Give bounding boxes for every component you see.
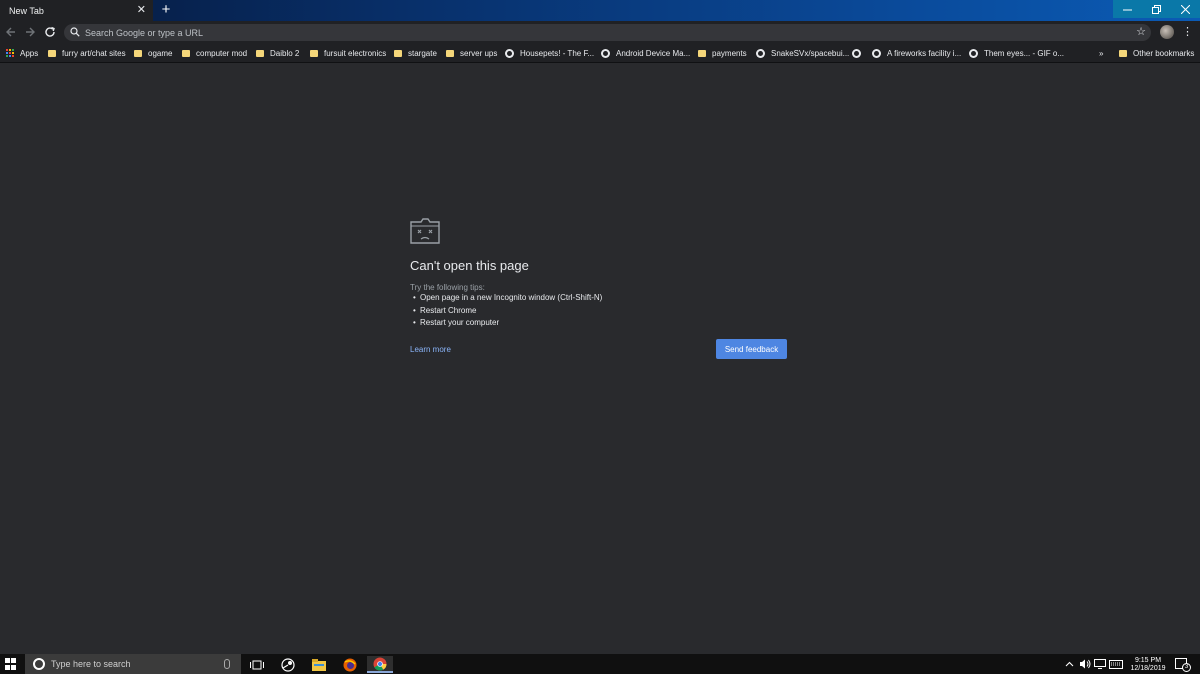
apps-grid-icon bbox=[6, 49, 14, 57]
globe-icon bbox=[505, 48, 514, 58]
profile-avatar[interactable] bbox=[1160, 25, 1174, 39]
microphone-icon[interactable] bbox=[224, 659, 230, 669]
bookmark-folder[interactable]: Daiblo 2 bbox=[256, 47, 299, 59]
file-explorer-icon[interactable] bbox=[306, 656, 332, 673]
globe-icon bbox=[969, 48, 978, 58]
task-view-icon[interactable] bbox=[244, 656, 270, 673]
bookmark-folder[interactable]: furry art/chat sites bbox=[48, 47, 126, 59]
folder-icon bbox=[446, 49, 454, 57]
menu-kebab-icon[interactable]: ⋮ bbox=[1182, 25, 1193, 39]
steam-icon[interactable] bbox=[275, 656, 301, 673]
error-title: Can't open this page bbox=[410, 258, 529, 273]
browser-toolbar: ☆ ⋮ bbox=[0, 21, 1200, 43]
firefox-icon[interactable] bbox=[337, 656, 363, 673]
title-bar: New Tab ✕ + bbox=[0, 0, 1200, 21]
bookmark-label: Other bookmarks bbox=[1133, 48, 1195, 58]
bookmark-folder[interactable]: stargate bbox=[394, 47, 437, 59]
forward-arrow-icon[interactable] bbox=[22, 24, 38, 40]
bookmark-folder[interactable]: server ups bbox=[446, 47, 497, 59]
folder-icon bbox=[182, 49, 190, 57]
globe-icon bbox=[601, 48, 610, 58]
minimize-icon[interactable] bbox=[1113, 0, 1142, 18]
bookmark-label: Daiblo 2 bbox=[270, 48, 300, 58]
send-feedback-button[interactable]: Send feedback bbox=[716, 339, 787, 359]
tips-heading: Try the following tips: bbox=[410, 283, 485, 292]
bookmark-folder[interactable]: fursuit electronics bbox=[310, 47, 386, 59]
bookmark-label: computer mod bbox=[196, 48, 248, 58]
tips-list: Open page in a new Incognito window (Ctr… bbox=[413, 292, 602, 330]
restore-icon[interactable] bbox=[1142, 0, 1171, 18]
windows-start-icon[interactable] bbox=[5, 658, 17, 670]
folder-icon bbox=[310, 49, 318, 57]
bookmark-label: payments bbox=[712, 48, 747, 58]
learn-more-link[interactable]: Learn more bbox=[410, 345, 451, 354]
globe-icon bbox=[872, 48, 881, 58]
show-hidden-icons-chevron[interactable] bbox=[1065, 654, 1074, 674]
back-arrow-icon[interactable] bbox=[3, 24, 19, 40]
bookmark-link[interactable]: A fireworks facility i... bbox=[872, 47, 961, 59]
address-bar[interactable] bbox=[64, 24, 1151, 41]
reload-icon[interactable] bbox=[42, 24, 58, 40]
bookmark-link[interactable]: Housepets! - The F... bbox=[505, 47, 594, 59]
bookmarks-bar: Apps furry art/chat sites ogame computer… bbox=[0, 43, 1200, 63]
bookmark-folder[interactable]: payments bbox=[698, 47, 747, 59]
address-input[interactable] bbox=[85, 24, 1125, 41]
bookmark-star-icon[interactable]: ☆ bbox=[1135, 24, 1147, 40]
bookmark-label: fursuit electronics bbox=[324, 48, 387, 58]
bookmark-link-icon-only[interactable] bbox=[852, 47, 867, 59]
network-icon[interactable] bbox=[1094, 654, 1106, 674]
system-clock[interactable]: 9:15 PM 12/18/2019 bbox=[1124, 657, 1172, 673]
bookmarks-overflow-icon[interactable]: » bbox=[1099, 47, 1103, 59]
window-controls bbox=[1113, 0, 1200, 18]
keyboard-icon[interactable] bbox=[1109, 654, 1123, 674]
bookmark-label: Them eyes... - GIF o... bbox=[984, 48, 1065, 58]
taskbar-search-input[interactable] bbox=[51, 654, 221, 674]
tab-new-tab[interactable]: New Tab ✕ bbox=[0, 0, 153, 21]
notification-count-badge: 3 bbox=[1182, 663, 1191, 672]
clock-date: 12/18/2019 bbox=[1130, 665, 1166, 672]
tab-close-icon[interactable]: ✕ bbox=[137, 4, 146, 16]
tab-title: New Tab bbox=[9, 5, 44, 16]
cortana-icon bbox=[33, 658, 45, 670]
new-tab-plus-icon[interactable]: + bbox=[159, 2, 173, 18]
taskbar-search[interactable] bbox=[25, 654, 241, 674]
other-bookmarks[interactable]: Other bookmarks bbox=[1119, 47, 1194, 59]
sad-tab-icon bbox=[410, 217, 440, 244]
folder-icon bbox=[134, 49, 142, 57]
bookmark-label: Apps bbox=[20, 48, 39, 58]
tip-item: Restart Chrome bbox=[413, 305, 602, 318]
bookmark-link[interactable]: Them eyes... - GIF o... bbox=[969, 47, 1064, 59]
bookmark-label: server ups bbox=[460, 48, 498, 58]
folder-icon bbox=[698, 49, 706, 57]
folder-icon bbox=[48, 49, 56, 57]
bookmark-label: A fireworks facility i... bbox=[887, 48, 962, 58]
folder-icon bbox=[256, 49, 264, 57]
bookmark-label: Housepets! - The F... bbox=[520, 48, 595, 58]
bookmark-label: SnakeSVx/spacebui... bbox=[771, 48, 850, 58]
bookmark-folder[interactable]: ogame bbox=[134, 47, 172, 59]
tip-item: Open page in a new Incognito window (Ctr… bbox=[413, 292, 602, 305]
globe-icon bbox=[756, 48, 765, 58]
bookmark-link[interactable]: Android Device Ma... bbox=[601, 47, 690, 59]
taskbar: 9:15 PM 12/18/2019 3 bbox=[0, 654, 1200, 674]
bookmark-folder[interactable]: computer mod bbox=[182, 47, 247, 59]
bookmark-label: Android Device Ma... bbox=[616, 48, 691, 58]
search-icon bbox=[70, 27, 80, 37]
folder-icon bbox=[1119, 49, 1127, 57]
bookmark-label: ogame bbox=[148, 48, 173, 58]
chrome-icon[interactable] bbox=[367, 656, 393, 673]
apps-shortcut[interactable]: Apps bbox=[6, 47, 38, 59]
tip-item: Restart your computer bbox=[413, 317, 602, 330]
volume-icon[interactable] bbox=[1079, 654, 1091, 674]
bookmark-label: stargate bbox=[408, 48, 437, 58]
globe-icon bbox=[852, 48, 861, 58]
bookmark-link[interactable]: SnakeSVx/spacebui... bbox=[756, 47, 849, 59]
clock-time: 9:15 PM bbox=[1134, 657, 1162, 664]
bookmark-label: furry art/chat sites bbox=[62, 48, 126, 58]
close-window-icon[interactable] bbox=[1171, 0, 1200, 18]
folder-icon bbox=[394, 49, 402, 57]
